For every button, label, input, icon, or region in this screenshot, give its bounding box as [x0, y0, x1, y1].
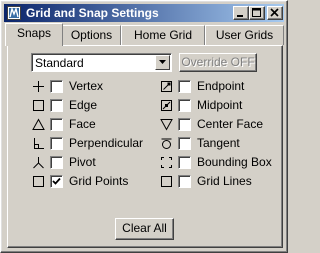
checkbox-vertex[interactable] [50, 80, 63, 93]
bounding-box-icon [161, 157, 172, 168]
label-grid-points: Grid Points [69, 174, 129, 188]
label-tangent: Tangent [197, 136, 240, 150]
tab-user-grids[interactable]: User Grids [205, 25, 284, 45]
triangle-icon [32, 118, 45, 130]
grid-snap-settings-window: Grid and Snap Settings Snaps Options Hom… [0, 0, 288, 253]
clear-all-button[interactable]: Clear All [115, 218, 174, 240]
title-bar[interactable]: Grid and Snap Settings [4, 4, 284, 22]
plus-icon [33, 81, 44, 92]
grid-line-icon [161, 176, 172, 187]
tab-snaps[interactable]: Snaps [5, 23, 63, 46]
checkbox-endpoint[interactable] [178, 80, 191, 93]
snap-type-value: Standard [35, 56, 84, 70]
minimize-icon [237, 15, 243, 17]
checkbox-tangent[interactable] [178, 137, 191, 150]
label-grid-lines: Grid Lines [197, 174, 252, 188]
tab-options[interactable]: Options [62, 25, 121, 45]
tab-home-grid[interactable]: Home Grid [121, 25, 205, 45]
label-perpendicular: Perpendicular [69, 136, 144, 150]
square-icon [33, 100, 44, 111]
chevron-down-icon [159, 60, 166, 64]
perpendicular-icon [34, 138, 44, 149]
override-button[interactable]: Override OFF [179, 53, 257, 72]
close-icon [270, 8, 279, 17]
checkbox-center-face[interactable] [178, 118, 191, 131]
label-vertex: Vertex [69, 79, 104, 93]
endpoint-icon [161, 81, 172, 92]
label-endpoint: Endpoint [197, 79, 245, 93]
label-edge: Edge [69, 98, 98, 112]
checkbox-grid-lines[interactable] [178, 175, 191, 188]
maximize-icon [252, 8, 261, 17]
label-bounding-box: Bounding Box [197, 155, 272, 169]
label-pivot: Pivot [69, 155, 96, 169]
app-icon [7, 6, 21, 20]
checkbox-pivot[interactable] [50, 156, 63, 169]
checkbox-face[interactable] [50, 118, 63, 131]
dropdown-arrow-button[interactable] [155, 55, 170, 70]
checkbox-edge[interactable] [50, 99, 63, 112]
label-face: Face [69, 117, 96, 131]
checkmark-icon [52, 177, 61, 185]
label-center-face: Center Face [197, 117, 264, 131]
window-title: Grid and Snap Settings [26, 6, 159, 20]
grid-point-icon [33, 176, 44, 187]
tangent-icon [161, 138, 172, 149]
checkbox-grid-points[interactable] [50, 175, 63, 188]
maximize-button[interactable] [249, 6, 265, 20]
checkbox-midpoint[interactable] [178, 99, 191, 112]
minimize-button[interactable] [233, 6, 249, 20]
checkbox-perpendicular[interactable] [50, 137, 63, 150]
snap-type-dropdown[interactable]: Standard [31, 53, 172, 72]
close-button[interactable] [267, 6, 283, 20]
midpoint-icon [161, 100, 172, 111]
label-midpoint: Midpoint [197, 98, 243, 112]
checkbox-bounding-box[interactable] [178, 156, 191, 169]
inverted-triangle-icon [160, 119, 173, 131]
pivot-icon [33, 157, 44, 169]
